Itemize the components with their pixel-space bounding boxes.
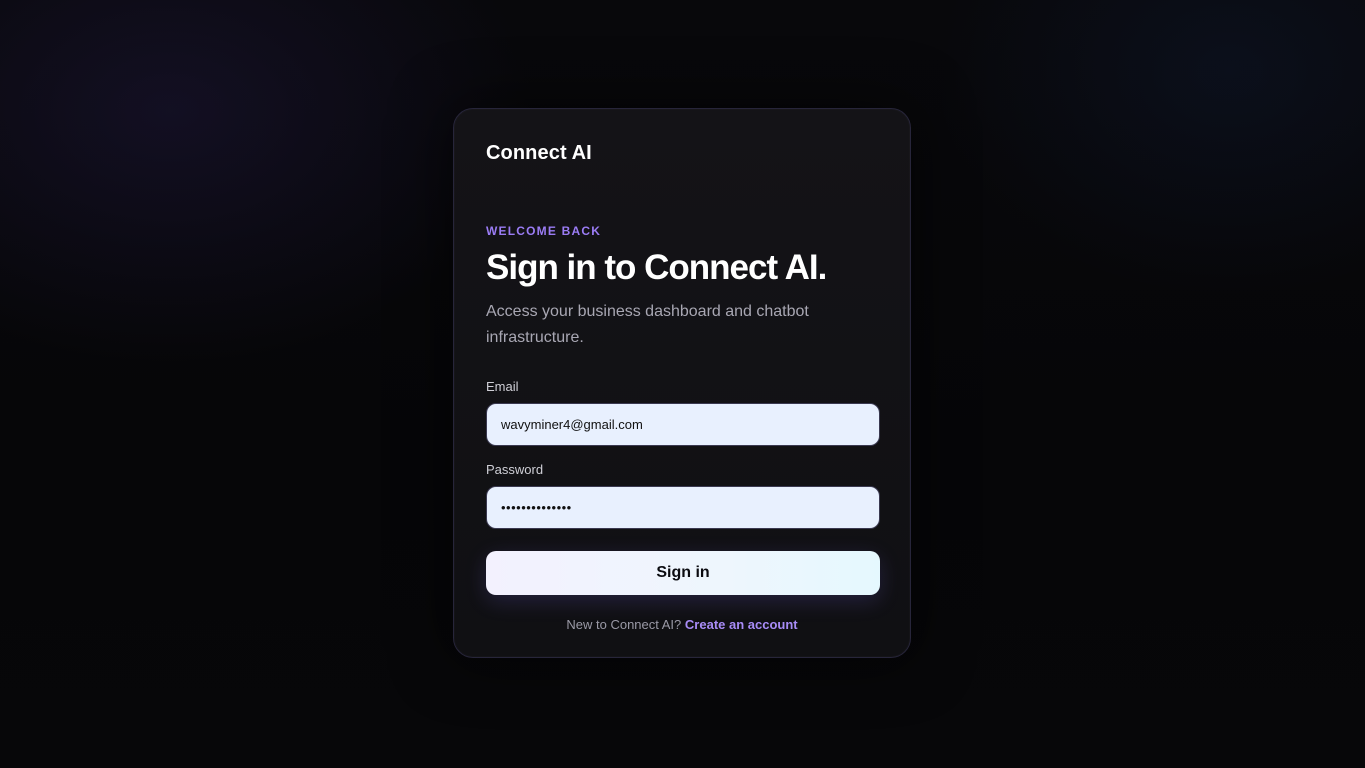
page-subtitle: Access your business dashboard and chatb… bbox=[486, 303, 809, 346]
password-label: Password bbox=[486, 462, 544, 477]
sign-in-button[interactable]: Sign in bbox=[486, 551, 880, 595]
signin-card: Connect AI WELCOME BACK Sign in to Conne… bbox=[453, 108, 911, 658]
page-title: Sign in to Connect AI. bbox=[486, 248, 827, 287]
welcome-eyebrow: WELCOME BACK bbox=[486, 224, 602, 238]
signup-prompt-text: New to Connect AI? bbox=[566, 617, 682, 632]
signin-form: Email Password Sign in bbox=[486, 379, 880, 595]
password-field[interactable] bbox=[486, 486, 880, 529]
signup-prompt: New to Connect AI? Create an account bbox=[486, 617, 878, 633]
email-field[interactable] bbox=[486, 403, 880, 446]
create-account-link[interactable]: Create an account bbox=[685, 617, 798, 632]
email-label: Email bbox=[486, 379, 519, 394]
brand-name: Connect AI bbox=[486, 142, 592, 164]
